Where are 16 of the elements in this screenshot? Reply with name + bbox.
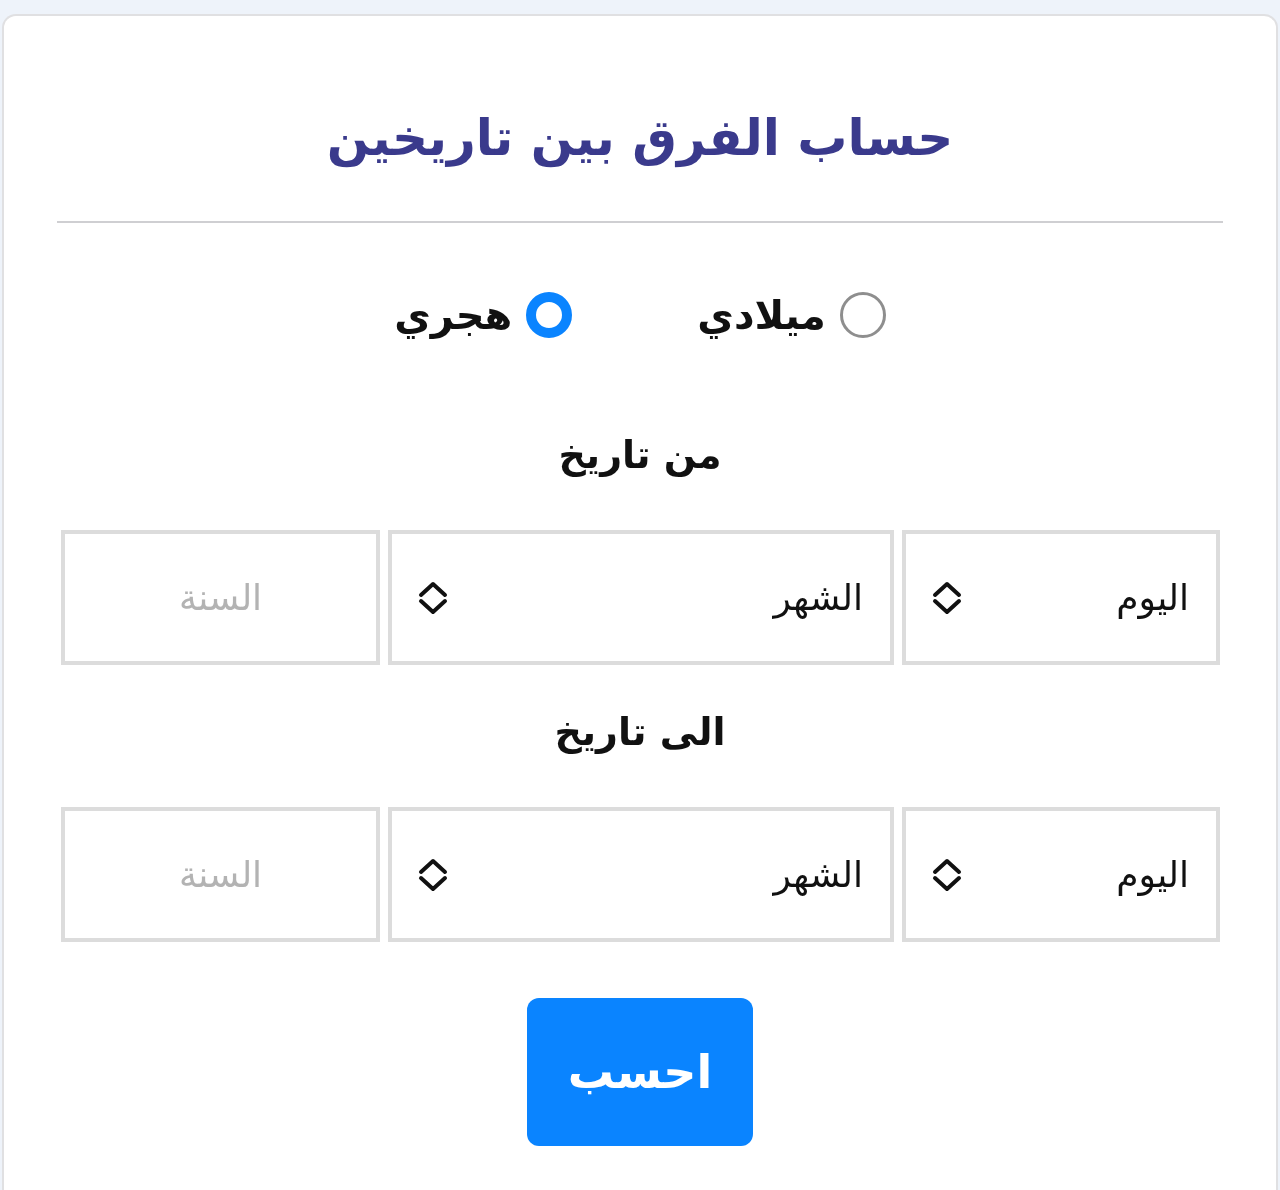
chevron-up-down-icon <box>418 857 448 892</box>
select-field[interactable]: اليوم <box>902 807 1220 942</box>
input-field[interactable]: السنة <box>61 807 380 942</box>
input-field[interactable]: السنة <box>61 530 380 665</box>
select-field[interactable]: الشهر <box>388 530 894 665</box>
chevron-up-down-icon <box>932 580 962 615</box>
chevron-up-down-icon <box>932 857 962 892</box>
radio-option[interactable]: ميلادي <box>697 285 886 345</box>
section-heading: الى تاريخ <box>553 709 727 756</box>
select-field[interactable]: الشهر <box>388 807 894 942</box>
calculate-button[interactable]: احسب <box>527 998 753 1146</box>
radio-option[interactable]: هجري <box>394 285 573 345</box>
select-field[interactable]: اليوم <box>902 530 1220 665</box>
chevron-up-down-icon <box>418 580 448 615</box>
section-heading: من تاريخ <box>557 432 723 479</box>
form-title: حساب الفرق بين تاريخين <box>325 108 955 170</box>
